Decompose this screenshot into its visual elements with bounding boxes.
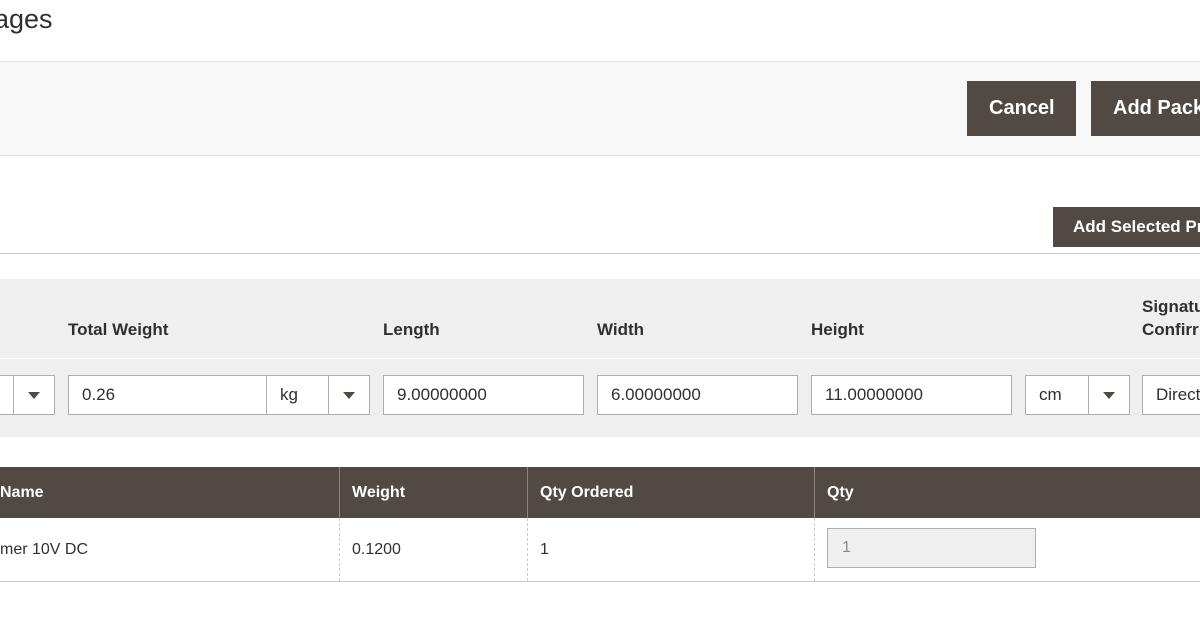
total-weight-label: Total Weight <box>68 320 169 339</box>
page-title: ages <box>0 4 53 34</box>
item-qty-input[interactable]: 1 <box>827 528 1036 568</box>
add-selected-products-button[interactable]: Add Selected Pr <box>1053 207 1200 247</box>
package-header-row: Total Weight Length Width Height Signatu… <box>0 279 1200 359</box>
signature-confirmation-select[interactable]: Direct <box>1142 375 1200 415</box>
width-input[interactable]: 6.00000000 <box>597 375 798 415</box>
height-input[interactable]: 11.00000000 <box>811 375 1012 415</box>
column-divider <box>339 518 340 581</box>
length-label: Length <box>383 320 440 339</box>
dimension-unit-select[interactable]: cm <box>1025 375 1130 415</box>
signature-label-line2: Confirr <box>1142 320 1199 339</box>
table-row: mer 10V DC 0.1200 1 1 <box>0 518 1200 582</box>
height-label: Height <box>811 320 864 339</box>
column-header-weight: Weight <box>352 484 406 501</box>
chevron-down-icon <box>13 376 54 414</box>
column-divider <box>527 467 528 518</box>
dimension-unit-value: cm <box>1039 385 1062 404</box>
length-input[interactable]: 9.00000000 <box>383 375 584 415</box>
chevron-down-icon <box>328 376 369 414</box>
item-weight: 0.1200 <box>352 541 401 558</box>
container-type-select[interactable] <box>0 375 55 415</box>
add-package-button[interactable]: Add Pack <box>1091 81 1200 136</box>
column-divider <box>814 467 815 518</box>
column-divider <box>339 467 340 518</box>
weight-unit-select[interactable]: kg <box>266 375 370 415</box>
total-weight-input[interactable]: 0.26 <box>68 375 268 415</box>
column-header-qty: Qty <box>827 484 854 501</box>
column-header-name: Name <box>0 484 44 501</box>
column-header-qty-ordered: Qty Ordered <box>540 484 634 501</box>
package-panel: Total Weight Length Width Height Signatu… <box>0 279 1200 437</box>
divider <box>0 253 1200 254</box>
column-divider <box>527 518 528 581</box>
cancel-button[interactable]: Cancel <box>967 81 1076 136</box>
item-name: mer 10V DC <box>0 541 89 558</box>
weight-unit-value: kg <box>280 385 298 404</box>
width-label: Width <box>597 320 645 339</box>
column-divider <box>814 518 815 581</box>
signature-label-line1: Signatu <box>1142 297 1200 316</box>
item-qty-ordered: 1 <box>540 541 549 558</box>
chevron-down-icon <box>1088 376 1129 414</box>
items-table-header: Name Weight Qty Ordered Qty <box>0 467 1200 518</box>
